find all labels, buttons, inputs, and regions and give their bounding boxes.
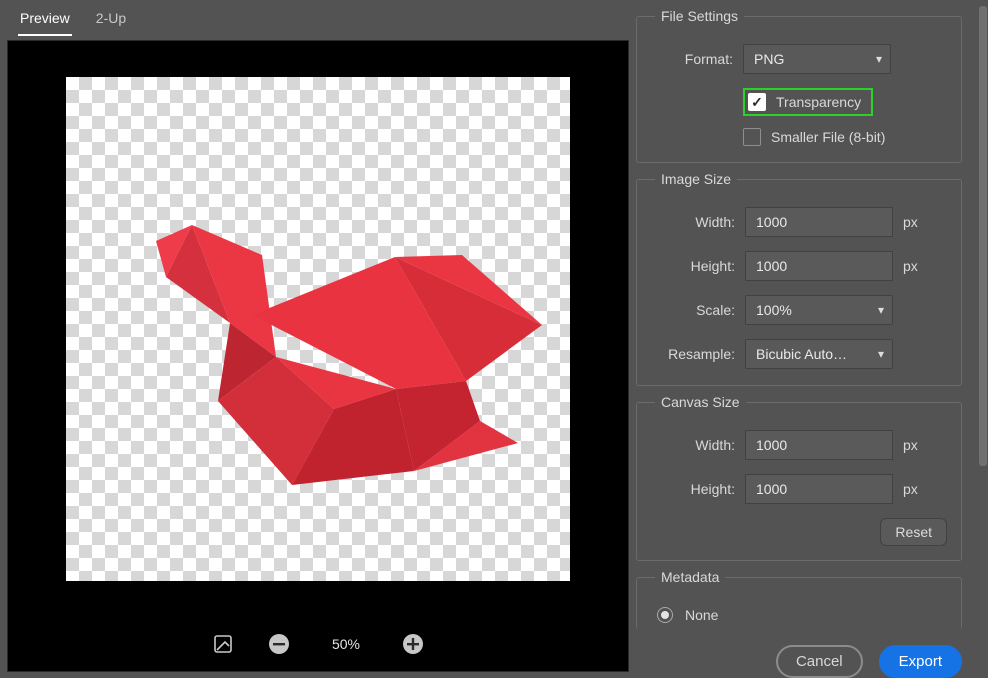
zoom-out-icon[interactable]: [268, 633, 290, 655]
resample-label: Resample:: [651, 346, 735, 362]
chevron-down-icon: ▾: [878, 303, 884, 317]
canvas-size-group: Canvas Size Width: 1000 px Height: 1000 …: [636, 394, 962, 561]
canvas-width-unit: px: [903, 437, 918, 453]
tab-preview[interactable]: Preview: [18, 6, 72, 36]
scale-value: 100%: [756, 302, 792, 318]
canvas-height-input[interactable]: 1000: [745, 474, 893, 504]
transparency-highlight: Transparency: [743, 88, 873, 116]
metadata-none-label: None: [685, 607, 718, 623]
format-value: PNG: [754, 51, 784, 67]
image-size-group: Image Size Width: 1000 px Height: 1000 p…: [636, 171, 962, 386]
image-height-input[interactable]: 1000: [745, 251, 893, 281]
metadata-legend: Metadata: [655, 569, 725, 585]
right-scrollbar[interactable]: [979, 6, 987, 466]
transparency-checkbox[interactable]: [748, 93, 766, 111]
canvas-height-label: Height:: [651, 481, 735, 497]
canvas-size-legend: Canvas Size: [655, 394, 746, 410]
resample-value: Bicubic Auto…: [756, 346, 847, 362]
resample-select[interactable]: Bicubic Auto… ▾: [745, 339, 893, 369]
tab-2up[interactable]: 2-Up: [94, 6, 128, 36]
smaller-file-checkbox[interactable]: [743, 128, 761, 146]
width-label: Width:: [651, 214, 735, 230]
width-unit: px: [903, 214, 918, 230]
canvas-width-label: Width:: [651, 437, 735, 453]
image-canvas: [66, 77, 570, 581]
smaller-file-label: Smaller File (8-bit): [771, 129, 885, 145]
canvas-width-input[interactable]: 1000: [745, 430, 893, 460]
preview-area: 50%: [7, 40, 629, 672]
file-settings-group: File Settings Format: PNG ▾ Transparency…: [636, 8, 962, 163]
file-settings-legend: File Settings: [655, 8, 744, 24]
zoom-level: 50%: [324, 636, 368, 652]
cancel-button[interactable]: Cancel: [776, 645, 863, 678]
chevron-down-icon: ▾: [876, 52, 882, 66]
hand-tool-icon[interactable]: [212, 633, 234, 655]
image-width-input[interactable]: 1000: [745, 207, 893, 237]
scale-select[interactable]: 100% ▾: [745, 295, 893, 325]
zoom-in-icon[interactable]: [402, 633, 424, 655]
metadata-group: Metadata None: [636, 569, 962, 629]
origami-swan-image: [66, 77, 570, 581]
chevron-down-icon: ▾: [878, 347, 884, 361]
metadata-none-radio[interactable]: [657, 607, 673, 623]
height-unit: px: [903, 258, 918, 274]
height-label: Height:: [651, 258, 735, 274]
canvas-height-unit: px: [903, 481, 918, 497]
format-label: Format:: [651, 51, 733, 67]
scale-label: Scale:: [651, 302, 735, 318]
image-size-legend: Image Size: [655, 171, 737, 187]
export-button[interactable]: Export: [879, 645, 962, 678]
reset-button[interactable]: Reset: [880, 518, 947, 546]
transparency-label: Transparency: [776, 94, 861, 110]
format-select[interactable]: PNG ▾: [743, 44, 891, 74]
